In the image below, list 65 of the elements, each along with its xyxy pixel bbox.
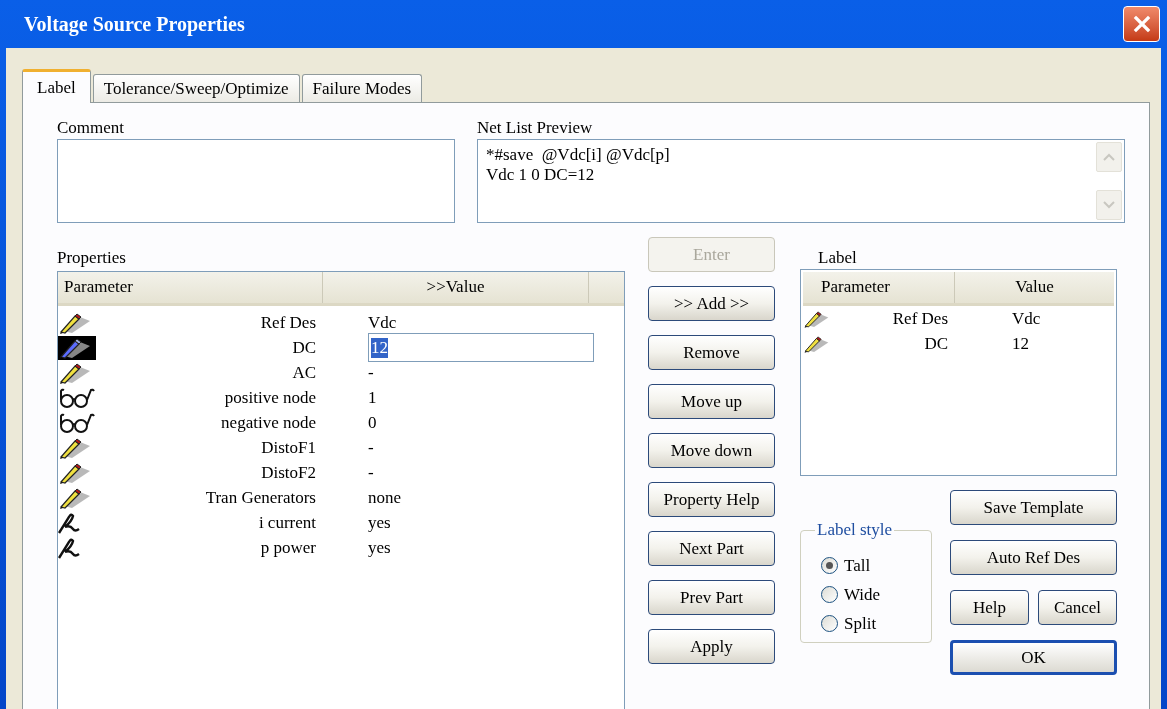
value-cell: 1 xyxy=(368,387,377,408)
value-cell: yes xyxy=(368,537,391,558)
dialog-button[interactable]: >> Add >> xyxy=(648,286,775,321)
parameter-cell-text: Ref Des xyxy=(259,312,316,333)
dialog-button[interactable]: Prev Part xyxy=(648,580,775,615)
parameter-cell-text: DC xyxy=(923,333,948,354)
value-cell: Vdc xyxy=(1012,308,1041,329)
column-header[interactable]: Value xyxy=(955,272,1114,303)
window-title: Voltage Source Properties xyxy=(24,12,245,38)
value-cell: none xyxy=(368,487,402,508)
dialog-button[interactable]: Apply xyxy=(648,629,775,664)
dialog-button[interactable]: Property Help xyxy=(648,482,775,517)
value-cell: - xyxy=(368,437,374,458)
dialog-button[interactable]: Save Template xyxy=(950,490,1117,525)
close-button[interactable] xyxy=(1123,6,1160,42)
parameter-cell-text: p power xyxy=(259,537,316,558)
dialog-button[interactable]: Help xyxy=(950,590,1029,625)
parameter-cell-text: DistoF1 xyxy=(260,437,316,458)
pen-icon xyxy=(58,536,80,559)
dialog-button[interactable]: Next Part xyxy=(648,531,775,566)
pencil-icon xyxy=(58,335,96,360)
radio-option[interactable]: Tall xyxy=(821,551,931,580)
column-header[interactable]: >>Value xyxy=(323,272,589,303)
column-header[interactable]: Parameter xyxy=(58,272,323,303)
parameter-cell-text: AC xyxy=(291,362,316,383)
parameter-cell-text: DistoF2 xyxy=(260,462,316,483)
parameter-cell-text: DC xyxy=(291,337,316,358)
close-icon xyxy=(1132,15,1151,33)
value-cell: 0 xyxy=(368,412,377,433)
net-list-field[interactable]: *#save @Vdc[i] @Vdc[p] Vdc 1 0 DC=12 xyxy=(477,139,1125,223)
dialog-button[interactable]: OK xyxy=(950,640,1117,675)
value-cell: 12 xyxy=(1012,333,1029,354)
dialog-button[interactable]: Remove xyxy=(648,335,775,370)
tab[interactable]: Failure Modes xyxy=(301,74,423,102)
chevron-up-icon xyxy=(1103,153,1115,161)
tab[interactable]: Label xyxy=(22,69,91,103)
parameter-cell-text: negative node xyxy=(220,412,316,433)
tab[interactable]: Tolerance/Sweep/Optimize xyxy=(92,74,300,102)
parameter-cell-text: Tran Generators xyxy=(204,487,316,508)
comment-field[interactable] xyxy=(57,139,455,223)
radio-option[interactable]: Wide xyxy=(821,580,931,609)
field-label: Comment xyxy=(57,117,126,139)
pen-icon xyxy=(58,511,80,534)
field-label: Net List Preview xyxy=(477,117,594,139)
value-cell: - xyxy=(368,362,374,383)
parameter-cell-text: i current xyxy=(257,512,316,533)
net-list-line: Vdc 1 0 DC=12 xyxy=(486,165,596,185)
value-cell: - xyxy=(368,462,374,483)
net-list-line: *#save @Vdc[i] @Vdc[p] xyxy=(486,145,671,165)
scroll-up-button[interactable] xyxy=(1096,142,1122,172)
parameter-cell-text: positive node xyxy=(223,387,316,408)
parameter-cell-text: Ref Des xyxy=(891,308,948,329)
scroll-down-button[interactable] xyxy=(1096,190,1122,220)
section-label: Label xyxy=(817,247,858,269)
dialog-button[interactable]: Auto Ref Des xyxy=(950,540,1117,575)
value-cell: yes xyxy=(368,512,391,533)
radio-option[interactable]: Split xyxy=(821,609,931,638)
chevron-down-icon xyxy=(1103,201,1115,209)
dialog-button[interactable]: Move down xyxy=(648,433,775,468)
value-input-field[interactable]: 12 xyxy=(368,333,594,362)
dialog-button[interactable]: Move up xyxy=(648,384,775,419)
column-header[interactable]: Parameter xyxy=(803,272,955,303)
value-cell: Vdc xyxy=(368,312,397,333)
dialog-button[interactable]: Cancel xyxy=(1038,590,1117,625)
section-label: Properties xyxy=(57,247,127,269)
